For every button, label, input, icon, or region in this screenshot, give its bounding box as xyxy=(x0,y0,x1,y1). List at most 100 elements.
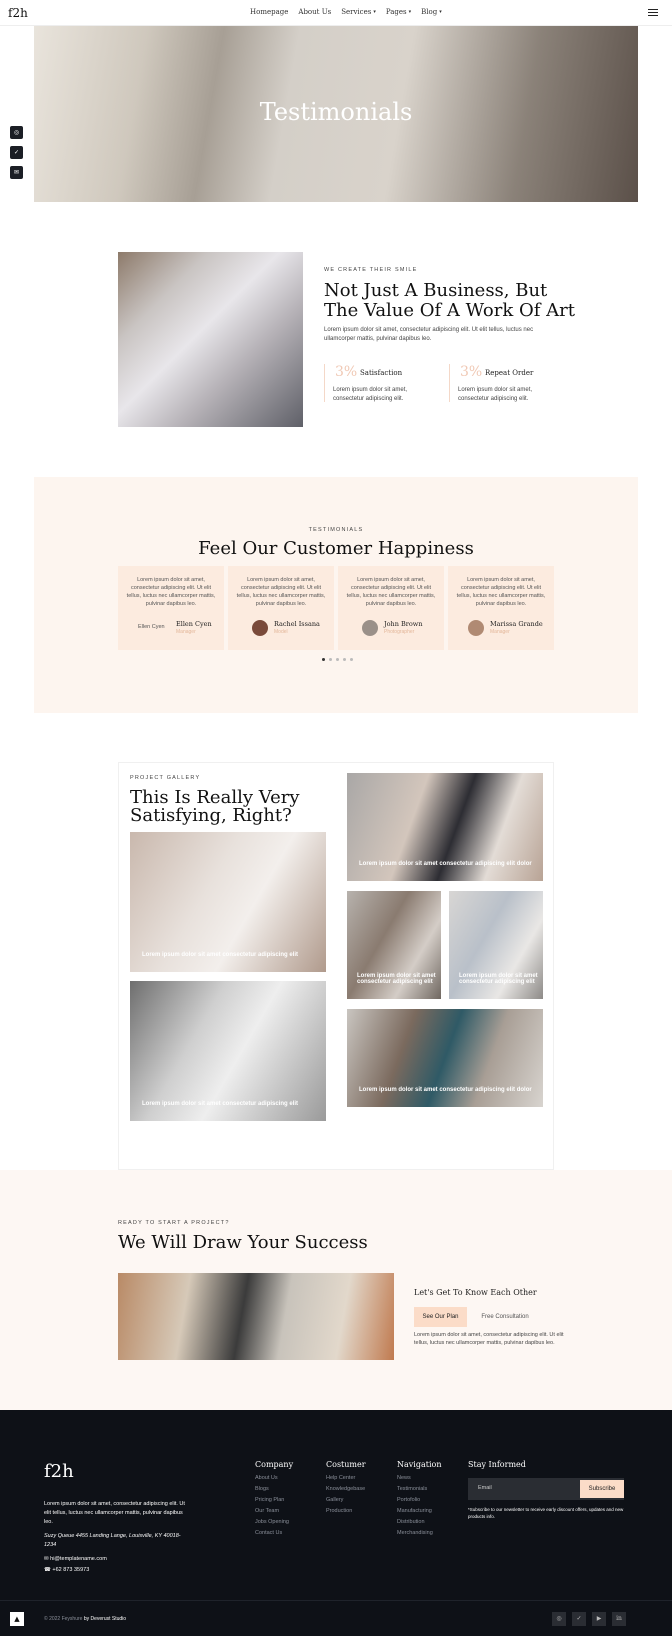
gallery-caption: Lorem ipsum dolor sit amet consectetur a… xyxy=(142,952,299,958)
footer-link[interactable]: Distribution xyxy=(397,1517,441,1528)
free-consultation-button[interactable]: Free Consultation xyxy=(475,1307,535,1327)
copyright: © 2022 Feyshure by Deverust Studio xyxy=(44,1616,126,1622)
reviewer-role: Manager xyxy=(490,629,510,635)
gallery-caption: Lorem ipsum dolor sit amet consectetur a… xyxy=(357,973,436,985)
testimonial-card: Lorem ipsum dolor sit amet, consectetur … xyxy=(338,566,444,650)
gallery-image[interactable]: Lorem ipsum dolor sit amet consectetur a… xyxy=(347,891,441,999)
footer-link[interactable]: Help Center xyxy=(326,1473,366,1484)
instagram-icon[interactable]: ◎ xyxy=(10,126,23,139)
phone-text: +62 873 35973 xyxy=(52,1567,90,1573)
logo[interactable]: f2h xyxy=(8,4,28,22)
avatar: Ellen Cyen xyxy=(138,624,165,630)
cta-subtitle: Let's Get To Know Each Other xyxy=(414,1288,537,1297)
nav-blog[interactable]: Blog ▾ xyxy=(421,8,442,16)
footer-link[interactable]: Merchandising xyxy=(397,1528,441,1539)
footer-col-costumer: Costumer Help Center Knowledgebase Galle… xyxy=(326,1460,366,1517)
footer-link[interactable]: News xyxy=(397,1473,441,1484)
testimonial-text: Lorem ipsum dolor sit amet, consectetur … xyxy=(126,577,216,607)
footer-email[interactable]: ✉ hi@templatename.com xyxy=(44,1556,107,1562)
footer-link[interactable]: Blogs xyxy=(255,1484,293,1495)
reviewer-role: Model xyxy=(274,629,288,635)
footer-col-navigation: Navigation News Testimonials Portofolio … xyxy=(397,1460,441,1539)
reviewer-role: Manager xyxy=(176,629,196,635)
testimonial-card: Lorem ipsum dolor sit amet, consectetur … xyxy=(448,566,554,650)
footer-col-title: Navigation xyxy=(397,1460,442,1469)
carousel-dots xyxy=(322,658,353,661)
mail-icon[interactable]: ✉ xyxy=(10,166,23,179)
footer-about: Lorem ipsum dolor sit amet, consectetur … xyxy=(44,1501,185,1525)
page-title: Testimonials xyxy=(259,98,413,126)
footer-link[interactable]: Pricing Plan xyxy=(255,1495,293,1506)
back-to-top-button[interactable]: ▲ xyxy=(10,1612,24,1626)
nav-homepage[interactable]: Homepage xyxy=(250,8,288,16)
tablet-sketch-image xyxy=(118,1273,394,1360)
gallery-image[interactable]: Lorem ipsum dolor sit amet consectetur a… xyxy=(130,832,326,972)
newsletter-note: *Subscribe to our newsletter to receive … xyxy=(468,1507,624,1519)
email-text: hi@templatename.com xyxy=(50,1556,107,1562)
gallery-image[interactable]: Lorem ipsum dolor sit amet consectetur a… xyxy=(130,981,326,1121)
avatar xyxy=(362,620,378,636)
reviewer-name: Marissa Grande xyxy=(490,620,543,628)
footer-phone[interactable]: ☎ +62 873 35973 xyxy=(44,1567,89,1573)
stat-number: 3% xyxy=(460,364,483,380)
reviewer-name: John Brown xyxy=(384,620,423,628)
fashion-sketch-image xyxy=(118,252,303,427)
gallery-caption: Lorem ipsum dolor sit amet consectetur a… xyxy=(459,973,538,985)
carousel-dot[interactable] xyxy=(336,658,339,661)
copyright-text: © 2022 Feyshure xyxy=(44,1616,83,1622)
stat-number: 3% xyxy=(335,364,358,380)
footer-logo[interactable]: f2h xyxy=(44,1461,74,1482)
about-kicker: WE CREATE THEIR SMILE xyxy=(324,267,418,273)
nav-about[interactable]: About Us xyxy=(298,8,331,16)
carousel-dot[interactable] xyxy=(350,658,353,661)
studio-credit[interactable]: by Deverust Studio xyxy=(84,1616,126,1622)
gallery-caption: Lorem ipsum dolor sit amet consectetur a… xyxy=(359,1087,532,1093)
stat-label: Repeat Order xyxy=(485,369,534,377)
about-text: Lorem ipsum dolor sit amet, consectetur … xyxy=(324,327,534,342)
footer-link[interactable]: Knowledgebase xyxy=(326,1484,366,1495)
footer-link[interactable]: Production xyxy=(326,1506,366,1517)
cta-kicker: READY TO START A PROJECT? xyxy=(118,1220,230,1226)
footer-link[interactable]: Our Team xyxy=(255,1506,293,1517)
footer-col-title: Costumer xyxy=(326,1460,366,1469)
linkedin-icon[interactable]: in xyxy=(612,1612,626,1626)
carousel-dot[interactable] xyxy=(322,658,325,661)
footer-divider xyxy=(0,1600,672,1601)
footer-col-title: Company xyxy=(255,1460,294,1469)
gallery-image[interactable]: Lorem ipsum dolor sit amet consectetur a… xyxy=(449,891,543,999)
about-title-2: The Value Of A Work Of Art xyxy=(324,300,575,321)
gallery-kicker: PROJECT GALLERY xyxy=(130,775,201,781)
chevron-down-icon: ▾ xyxy=(439,9,442,15)
reviewer-name: Rachel Issana xyxy=(274,620,320,628)
subscribe-button[interactable]: Subscribe xyxy=(580,1480,624,1498)
gallery-title-2: Satisfying, Right? xyxy=(130,805,292,826)
footer-link[interactable]: Contact Us xyxy=(255,1528,293,1539)
gallery-image[interactable]: Lorem ipsum dolor sit amet consectetur a… xyxy=(347,1009,543,1107)
youtube-icon[interactable]: ▶ xyxy=(592,1612,606,1626)
menu-icon[interactable] xyxy=(648,9,658,17)
see-plan-button[interactable]: See Our Plan xyxy=(414,1307,467,1327)
carousel-dot[interactable] xyxy=(343,658,346,661)
chevron-down-icon: ▾ xyxy=(408,9,412,15)
footer-link[interactable]: Jobs Opening xyxy=(255,1517,293,1528)
footer-link[interactable]: Portofolio xyxy=(397,1495,441,1506)
twitter-icon[interactable]: ✓ xyxy=(572,1612,586,1626)
site-header: f2h Homepage About Us Services ▾ Pages ▾ B… xyxy=(0,0,672,26)
avatar xyxy=(252,620,268,636)
testimonials-kicker: TESTIMONIALS xyxy=(308,527,364,533)
twitter-icon[interactable]: ✓ xyxy=(10,146,23,159)
carousel-dot[interactable] xyxy=(329,658,332,661)
instagram-icon[interactable]: ◎ xyxy=(552,1612,566,1626)
footer-link[interactable]: Manufacturing xyxy=(397,1506,441,1517)
reviewer-name: Ellen Cyen xyxy=(176,620,212,628)
gallery-caption: Lorem ipsum dolor sit amet consectetur a… xyxy=(359,861,532,867)
footer-link[interactable]: About Us xyxy=(255,1473,293,1484)
footer-link[interactable]: Gallery xyxy=(326,1495,366,1506)
testimonial-text: Lorem ipsum dolor sit amet, consectetur … xyxy=(236,577,326,607)
nav-services[interactable]: Services ▾ xyxy=(341,8,376,16)
gallery-image[interactable]: Lorem ipsum dolor sit amet consectetur a… xyxy=(347,773,543,881)
nav-pages[interactable]: Pages ▾ xyxy=(386,8,411,16)
footer-link[interactable]: Testimonials xyxy=(397,1484,441,1495)
main-nav: Homepage About Us Services ▾ Pages ▾ Blog ▾ xyxy=(250,8,442,16)
stat-text: Lorem ipsum dolor sit amet, consectetur … xyxy=(333,387,408,402)
